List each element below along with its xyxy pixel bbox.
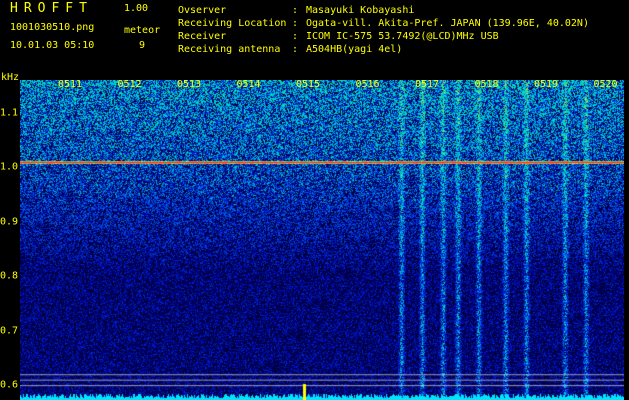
capture-datetime: 10.01.03 05:10	[10, 40, 95, 51]
station-info: Ovserver: Masayuki Kobayashi Receiving L…	[178, 4, 589, 56]
app-version: 1.00	[124, 3, 149, 14]
header-panel: HROFFT 1.00 1001030510.png meteor 10.01.…	[0, 0, 629, 74]
meteor-label: meteor	[124, 25, 161, 36]
y-tick-label: 0.6	[0, 379, 19, 391]
y-tick-label: 1.1	[0, 107, 19, 119]
info-row-receiver: Receiver: ICOM IC-575 53.7492(@LCD)MHz U…	[178, 31, 499, 42]
info-row-observer: Ovserver: Masayuki Kobayashi	[178, 5, 415, 16]
info-row-antenna: Receiving antenna: A504HB(yagi 4el)	[178, 44, 403, 55]
y-tick-label: 0.8	[0, 270, 19, 282]
spectrogram-canvas	[20, 80, 624, 400]
meteor-count: 9	[139, 40, 146, 51]
spectrogram-panel: kHz 1.1 1.0 0.9 0.8 0.7 0.6 0511 0512 0513 0514 051…	[0, 72, 629, 400]
y-tick-label: 1.0	[0, 161, 19, 173]
y-tick-label: 0.9	[0, 216, 19, 228]
image-filename: 1001030510.png	[10, 22, 95, 33]
info-row-location: Receiving Location: Ogata-vill. Akita-Pr…	[178, 18, 589, 29]
y-tick-label: 0.7	[0, 325, 19, 337]
app-logo: HROFFT	[10, 1, 93, 16]
